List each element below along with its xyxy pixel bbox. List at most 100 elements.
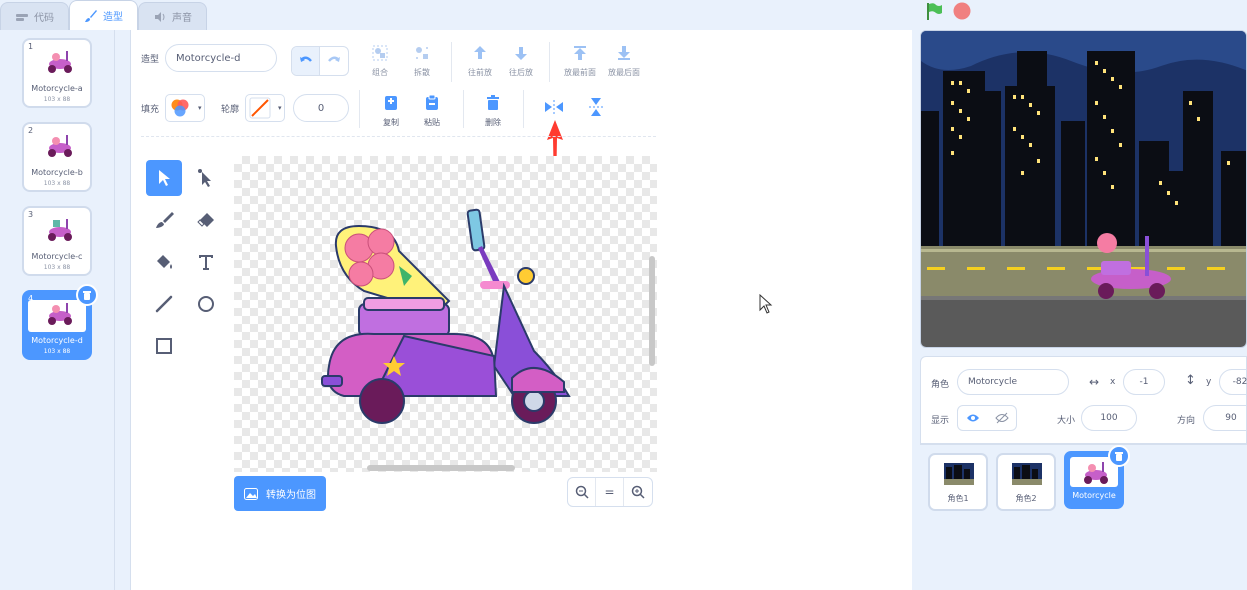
x-position-input[interactable]: -1 [1123, 369, 1165, 395]
reshape-icon [198, 169, 211, 187]
text-tool[interactable] [188, 244, 224, 280]
stop-icon[interactable] [952, 1, 972, 21]
horizontal-scrollbar[interactable] [367, 465, 515, 471]
eye-hidden-icon[interactable] [994, 412, 1009, 424]
brush-icon [156, 212, 174, 228]
stage-city-backdrop [921, 31, 1246, 347]
select-tool[interactable] [146, 160, 182, 196]
backward-label: 往后放 [509, 68, 533, 77]
costume-list: 1 Motorcycle-a 103 x 88 2 Motorcycle-b 1… [0, 30, 115, 590]
x-label: x [1110, 377, 1116, 387]
tab-costumes-label: 造型 [103, 12, 123, 23]
ungroup-button[interactable]: 拆散 [394, 42, 450, 78]
y-label: y [1206, 377, 1212, 387]
motorcycle-thumbnail [48, 303, 72, 325]
size-label: 大小 [1057, 416, 1076, 426]
flip-vertical-button[interactable] [568, 96, 624, 121]
tab-costumes[interactable]: 造型 [69, 0, 138, 30]
costume-name-input[interactable]: Motorcycle-d [165, 44, 278, 72]
tab-sounds[interactable]: 声音 [138, 2, 207, 30]
forward-icon [474, 46, 486, 59]
tab-code[interactable]: 代码 [0, 2, 69, 30]
convert-to-bitmap-button[interactable]: 转换为位图 [234, 476, 326, 511]
send-to-back-button[interactable]: 放最后面 [596, 42, 652, 78]
backward-icon [515, 47, 527, 60]
motorcycle-thumbnail [48, 135, 72, 157]
brush-icon [85, 9, 97, 22]
undo-redo-group [291, 46, 349, 76]
redo-icon [328, 56, 340, 62]
undo-button[interactable] [292, 47, 320, 75]
back-label: 放最后面 [608, 68, 640, 77]
delete-costume-button[interactable] [76, 284, 98, 306]
costume-item[interactable]: 1 Motorcycle-a 103 x 88 [22, 38, 92, 108]
front-icon [574, 46, 586, 60]
stage[interactable] [920, 30, 1247, 348]
copy-icon [385, 96, 397, 110]
sprite-list: 角色1 角色2 Motorcycle [920, 444, 1247, 590]
ungroup-label: 拆散 [414, 68, 430, 77]
eraser-tool[interactable] [188, 202, 224, 238]
costume-name: Motorcycle-b [31, 168, 83, 177]
direction-label: 方向 [1177, 416, 1196, 426]
line-tool[interactable] [146, 286, 182, 322]
editor-tabs: 代码 造型 声音 [0, 0, 207, 30]
redo-button[interactable] [320, 47, 348, 75]
outline-color-picker[interactable]: ▾ [245, 94, 286, 122]
no-color-icon [249, 97, 271, 119]
brush-tool[interactable] [146, 202, 182, 238]
costume-name: Motorcycle-c [31, 252, 83, 261]
paste-button[interactable]: 粘贴 [404, 92, 460, 128]
fill-tool[interactable] [146, 244, 182, 280]
sprite-name: 角色1 [947, 494, 969, 503]
costume-label: 造型 [141, 54, 160, 65]
fill-label: 填充 [141, 104, 160, 115]
costume-number: 4 [28, 294, 34, 303]
vertical-scrollbar[interactable] [649, 256, 655, 366]
sprite-thumbnail [944, 463, 974, 485]
trash-icon [1115, 451, 1123, 461]
zoom-reset-button[interactable]: = [596, 478, 624, 506]
costume-number: 1 [28, 42, 34, 51]
outline-width-input[interactable]: 0 [293, 94, 350, 122]
fill-color-picker[interactable]: ▾ [165, 94, 206, 122]
sprite-tile[interactable]: 角色1 [928, 453, 988, 511]
costume-item[interactable]: 2 Motorcycle-b 103 x 88 [22, 122, 92, 192]
costume-item-selected[interactable]: 4 Motorcycle-d 103 x 88 [22, 284, 98, 360]
costume-size: 103 x 88 [43, 96, 71, 103]
reshape-tool[interactable] [188, 160, 224, 196]
front-label: 放最前面 [564, 68, 596, 77]
delete-button[interactable]: 删除 [465, 92, 521, 128]
costume-item[interactable]: 3 Motorcycle-c 103 x 88 [22, 206, 92, 276]
drawing-canvas[interactable] [234, 156, 657, 472]
stage-controls [920, 0, 1247, 22]
vertical-arrows-icon: ↕ [1185, 373, 1196, 388]
zoom-in-button[interactable] [624, 478, 652, 506]
circle-tool[interactable] [188, 286, 224, 322]
paste-label: 粘贴 [424, 118, 440, 127]
horizontal-arrows-icon: ↔ [1089, 375, 1100, 389]
eye-icon[interactable] [966, 413, 980, 423]
sprite-name-input[interactable]: Motorcycle [957, 369, 1069, 395]
zoom-controls: = [567, 477, 653, 507]
text-icon [199, 255, 213, 270]
y-position-input[interactable]: -82 [1219, 369, 1247, 395]
sprite-name: 角色2 [1015, 494, 1037, 503]
flip-vertical-icon [589, 98, 603, 116]
green-flag-icon[interactable] [924, 1, 944, 21]
costume-name: Motorcycle-a [31, 84, 83, 93]
toolbar-divider [141, 136, 656, 137]
backward-button[interactable]: 往后放 [493, 42, 549, 78]
speaker-icon [155, 11, 165, 22]
delete-sprite-button[interactable] [1108, 445, 1130, 467]
rectangle-tool[interactable] [146, 328, 182, 364]
group-label: 组合 [372, 68, 388, 77]
paint-editor: 造型 Motorcycle-d 组合 拆散 往前放 往后放 放最前面 放最后面 … [130, 30, 912, 590]
sprite-tile[interactable]: 角色2 [996, 453, 1056, 511]
motorcycle-thumbnail [48, 219, 72, 241]
direction-input[interactable]: 90 [1203, 405, 1247, 431]
size-input[interactable]: 100 [1081, 405, 1137, 431]
zoom-out-button[interactable] [568, 478, 596, 506]
sprite-tile-selected[interactable]: Motorcycle [1064, 445, 1130, 509]
outline-label: 轮廓 [221, 104, 240, 115]
